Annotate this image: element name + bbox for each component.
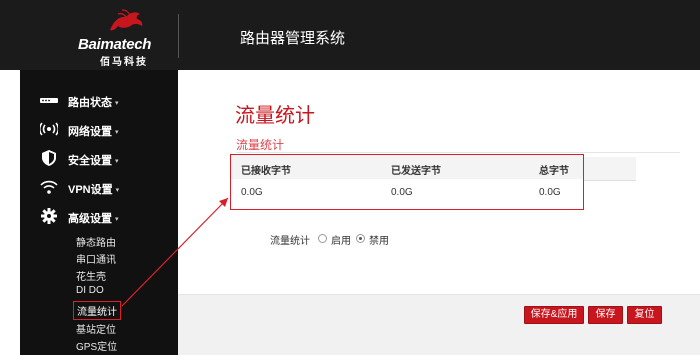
gear-icon	[41, 208, 57, 224]
brand-subtitle: 佰马科技	[100, 57, 148, 68]
section-divider	[236, 152, 680, 153]
subitem-serial-comm[interactable]: 串口通讯	[76, 251, 116, 266]
subitem-static-route[interactable]: 静态路由	[76, 234, 116, 249]
column-header-received: 已接收字节	[241, 166, 291, 177]
cell-sent: 0.0G	[391, 187, 413, 198]
sidebar-item-security[interactable]: 安全设置 ▾	[20, 144, 178, 172]
radio-disable[interactable]	[356, 234, 365, 243]
sidebar-item-advanced[interactable]: 高级设置 ▾	[20, 202, 178, 230]
sidebar: 路由状态 ▾ 网络设置 ▾ 安全设置 ▾ VPN设置 ▾ 高级设置 ▾ 静态路由…	[20, 70, 178, 355]
logo: Baimatech 佰马科技	[78, 8, 178, 68]
cell-received: 0.0G	[241, 187, 263, 198]
action-bar: 保存&应用 保存 复位	[178, 294, 700, 355]
brand-name: Baimatech	[78, 36, 152, 53]
chevron-down-icon: ▾	[115, 100, 119, 107]
top-header: Baimatech 佰马科技 路由器管理系统	[0, 0, 700, 70]
sidebar-item-label: 路由状态	[68, 97, 112, 109]
network-icon	[40, 122, 58, 136]
sidebar-item-network[interactable]: 网络设置 ▾	[20, 115, 178, 143]
sidebar-item-vpn[interactable]: VPN设置 ▾	[20, 173, 178, 201]
main-content: 流量统计 流量统计 已接收字节 已发送字节 总字节 0.0G 0.0G 0.0G…	[178, 70, 700, 355]
horse-logo-icon	[110, 9, 143, 31]
subitem-gps-location[interactable]: GPS定位	[76, 338, 117, 353]
chevron-down-icon: ▾	[115, 129, 119, 136]
shield-icon	[42, 150, 56, 166]
sidebar-item-label: VPN设置	[68, 184, 113, 196]
chevron-down-icon: ▾	[115, 187, 120, 194]
save-apply-button[interactable]: 保存&应用	[524, 306, 584, 324]
sidebar-item-router-status[interactable]: 路由状态 ▾	[20, 86, 178, 114]
chevron-down-icon: ▾	[115, 216, 119, 223]
vpn-icon	[40, 180, 58, 194]
radio-disable-label: 禁用	[369, 236, 389, 247]
subitem-oray[interactable]: 花生壳	[76, 268, 106, 283]
section-title: 流量统计	[236, 138, 285, 152]
radio-enable-label: 启用	[331, 236, 351, 247]
subitem-traffic-stats[interactable]: 流量统计	[73, 301, 121, 320]
column-header-sent: 已发送字节	[391, 166, 441, 177]
reset-button[interactable]: 复位	[627, 306, 662, 324]
system-title: 路由器管理系统	[240, 30, 346, 47]
cell-total: 0.0G	[539, 187, 561, 198]
radio-enable[interactable]	[318, 234, 327, 243]
traffic-stats-table: 已接收字节 已发送字节 总字节 0.0G 0.0G 0.0G	[230, 154, 584, 210]
page-title: 流量统计	[235, 105, 315, 127]
save-button[interactable]: 保存	[588, 306, 623, 324]
sidebar-item-label: 高级设置	[68, 213, 112, 225]
toggle-label: 流量统计	[270, 236, 310, 247]
router-status-icon	[40, 98, 58, 103]
sidebar-item-label: 安全设置	[68, 155, 112, 167]
table-header-extension	[584, 157, 636, 181]
subitem-cell-location[interactable]: 基站定位	[76, 321, 116, 336]
sidebar-item-label: 网络设置	[68, 126, 112, 138]
header-divider	[178, 14, 179, 58]
chevron-down-icon: ▾	[115, 158, 119, 165]
column-header-total: 总字节	[539, 166, 569, 177]
subitem-di-do[interactable]: DI DO	[76, 285, 104, 296]
